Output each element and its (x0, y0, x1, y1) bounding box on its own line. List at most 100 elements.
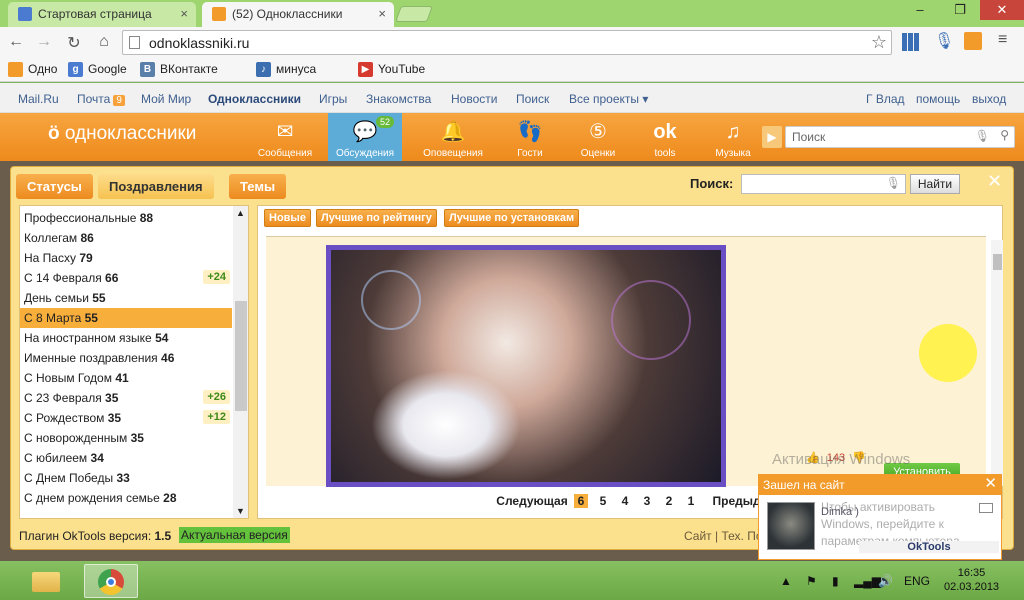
pager-page-2[interactable]: 2 (662, 494, 676, 508)
tab-odnoklassniki[interactable]: (52) Одноклассники × (202, 2, 394, 27)
forward-icon[interactable]: → (34, 33, 54, 51)
discussions-count-badge: 52 (375, 116, 394, 128)
panel-search-button[interactable]: Найти (910, 174, 960, 194)
microphone-icon[interactable]: 🎙 (975, 129, 990, 143)
list-item[interactable]: С Днем Победы 33 (20, 468, 232, 488)
list-item[interactable]: Именные поздравления 46 (20, 348, 232, 368)
bookmark-vkontakte[interactable]: В ВКонтакте (140, 62, 218, 77)
list-item[interactable]: С юбилеем 34 (20, 448, 232, 468)
pager-next[interactable]: Следующая (494, 494, 570, 508)
maximize-icon[interactable]: ❐ (940, 0, 980, 20)
reload-icon[interactable]: ↻ (64, 33, 84, 53)
tab-themes[interactable]: Темы (229, 174, 287, 199)
list-item[interactable]: На иностранном языке 54 (20, 328, 232, 348)
close-icon[interactable]: ✕ (984, 474, 997, 492)
bookmark-odno[interactable]: Одно (8, 62, 57, 77)
new-tab-button[interactable] (395, 6, 433, 22)
menu-icon[interactable]: ≡ (998, 31, 1007, 49)
minimize-icon[interactable]: – (900, 0, 940, 20)
language-indicator[interactable]: ENG (904, 574, 930, 588)
chrome-taskbar-icon[interactable] (84, 564, 138, 598)
bookmark-star-icon[interactable]: ☆ (871, 32, 887, 53)
menu-messages[interactable]: ✉ Сообщения (248, 113, 322, 161)
search-icon[interactable]: ⚲ (1000, 128, 1009, 142)
viewer-scrollbar[interactable] (991, 240, 1003, 486)
portal-link-novosti[interactable]: Новости (451, 92, 497, 106)
close-icon[interactable]: ✕ (987, 171, 1002, 192)
scroll-up-icon[interactable]: ▲ (236, 208, 245, 218)
bookmark-minusa[interactable]: ♪ минуса (256, 62, 316, 77)
panel-search-input[interactable]: 🎙 (741, 174, 906, 194)
ok-extension-icon[interactable] (964, 32, 982, 50)
menu-music[interactable]: ♫ Музыка (696, 113, 770, 161)
list-item-selected[interactable]: С 8 Марта 55 (20, 308, 232, 328)
ok-logo[interactable]: ӧ одноклассники (48, 123, 196, 145)
portal-link-pochta[interactable]: Почта 9 (77, 92, 125, 106)
action-center-icon[interactable]: ⚑ (806, 574, 817, 588)
portal-link-znakomstva[interactable]: Знакомства (366, 92, 431, 106)
tray-arrow-icon[interactable]: ▲ (780, 574, 792, 588)
pager-page-4[interactable]: 4 (618, 494, 632, 508)
filter-new-button[interactable]: Новые (264, 209, 311, 227)
list-item[interactable]: День семьи 55 (20, 288, 232, 308)
close-icon[interactable]: × (378, 6, 386, 21)
footer-links[interactable]: Сайт | Тех. По (684, 529, 763, 543)
tab-statuses[interactable]: Статусы (16, 174, 93, 199)
viewer-scroll-thumb[interactable] (993, 254, 1002, 270)
list-item[interactable]: Коллегам 86 (20, 228, 232, 248)
play-icon[interactable]: ▶ (762, 126, 782, 148)
greeting-card-image[interactable] (326, 245, 726, 487)
list-item[interactable]: С Рождеством 35 +12 (20, 408, 232, 428)
bookmark-youtube[interactable]: ▶ YouTube (358, 62, 425, 77)
portal-link-igry[interactable]: Игры (319, 92, 347, 106)
menu-notifications[interactable]: 🔔 Оповещения (416, 113, 490, 161)
user-name-link[interactable]: Г Влад (866, 92, 905, 106)
volume-icon[interactable]: 🔊 (878, 574, 893, 588)
portal-link-all-projects[interactable]: Все проекты ▾ (569, 92, 648, 106)
home-icon[interactable]: ⌂ (94, 33, 114, 51)
help-link[interactable]: помощь (916, 92, 960, 106)
address-bar[interactable]: odnoklassniki.ru ☆ (122, 30, 892, 55)
clock[interactable]: 16:35 02.03.2013 (944, 566, 999, 594)
list-item[interactable]: С 14 Февраля 66 +24 (20, 268, 232, 288)
new-items-badge: +24 (203, 270, 230, 284)
pager-page-5[interactable]: 5 (596, 494, 610, 508)
network-icon[interactable]: ▂▄▆ (854, 574, 881, 588)
tab-start-page[interactable]: Стартовая страница × (8, 2, 196, 27)
filter-top-rated-button[interactable]: Лучшие по рейтингу (316, 209, 437, 227)
ok-search-input[interactable]: Поиск 🎙 ⚲ (785, 126, 1015, 148)
menu-tools[interactable]: ok tools (628, 113, 702, 161)
envelope-icon[interactable] (979, 503, 993, 513)
list-item[interactable]: С 23 Февраля 35 +26 (20, 388, 232, 408)
portal-link-mailru[interactable]: Mail.Ru (18, 92, 59, 106)
list-item[interactable]: На Пасху 79 (20, 248, 232, 268)
pager-page-1[interactable]: 1 (684, 494, 698, 508)
menu-discussions[interactable]: 💬 Обсуждения 52 (328, 113, 402, 161)
list-item[interactable]: С Новым Годом 41 (20, 368, 232, 388)
file-explorer-icon[interactable] (26, 564, 66, 598)
pager-page-6[interactable]: 6 (574, 494, 588, 508)
scroll-down-icon[interactable]: ▼ (236, 506, 245, 516)
menu-ratings[interactable]: ⑤ Оценки (561, 113, 635, 161)
list-scroll-thumb[interactable] (235, 301, 247, 411)
tab-greetings[interactable]: Поздравления (98, 174, 214, 199)
portal-link-odnoklassniki[interactable]: Одноклассники (208, 92, 301, 106)
pager-page-3[interactable]: 3 (640, 494, 654, 508)
list-item[interactable]: Профессиональные 88 (20, 208, 232, 228)
bookmark-google[interactable]: g Google (68, 62, 127, 77)
microphone-icon[interactable]: 🎙 (934, 31, 954, 51)
portal-link-poisk[interactable]: Поиск (516, 92, 549, 106)
list-item[interactable]: С новорожденным 35 (20, 428, 232, 448)
logout-link[interactable]: выход (972, 92, 1006, 106)
menu-guests[interactable]: 👣 Гости (493, 113, 567, 161)
window-close-icon[interactable]: ✕ (980, 0, 1024, 20)
microphone-icon[interactable]: 🎙 (886, 176, 901, 190)
close-icon[interactable]: × (180, 6, 188, 21)
avatar[interactable] (767, 502, 815, 550)
apps-grid-icon[interactable] (902, 33, 920, 51)
battery-icon[interactable]: ▮ (832, 574, 839, 588)
back-icon[interactable]: ← (6, 33, 26, 51)
filter-top-installs-button[interactable]: Лучшие по установкам (444, 209, 580, 227)
list-item[interactable]: С днем рождения семье 28 (20, 488, 232, 508)
portal-link-moy-mir[interactable]: Мой Мир (141, 92, 191, 106)
